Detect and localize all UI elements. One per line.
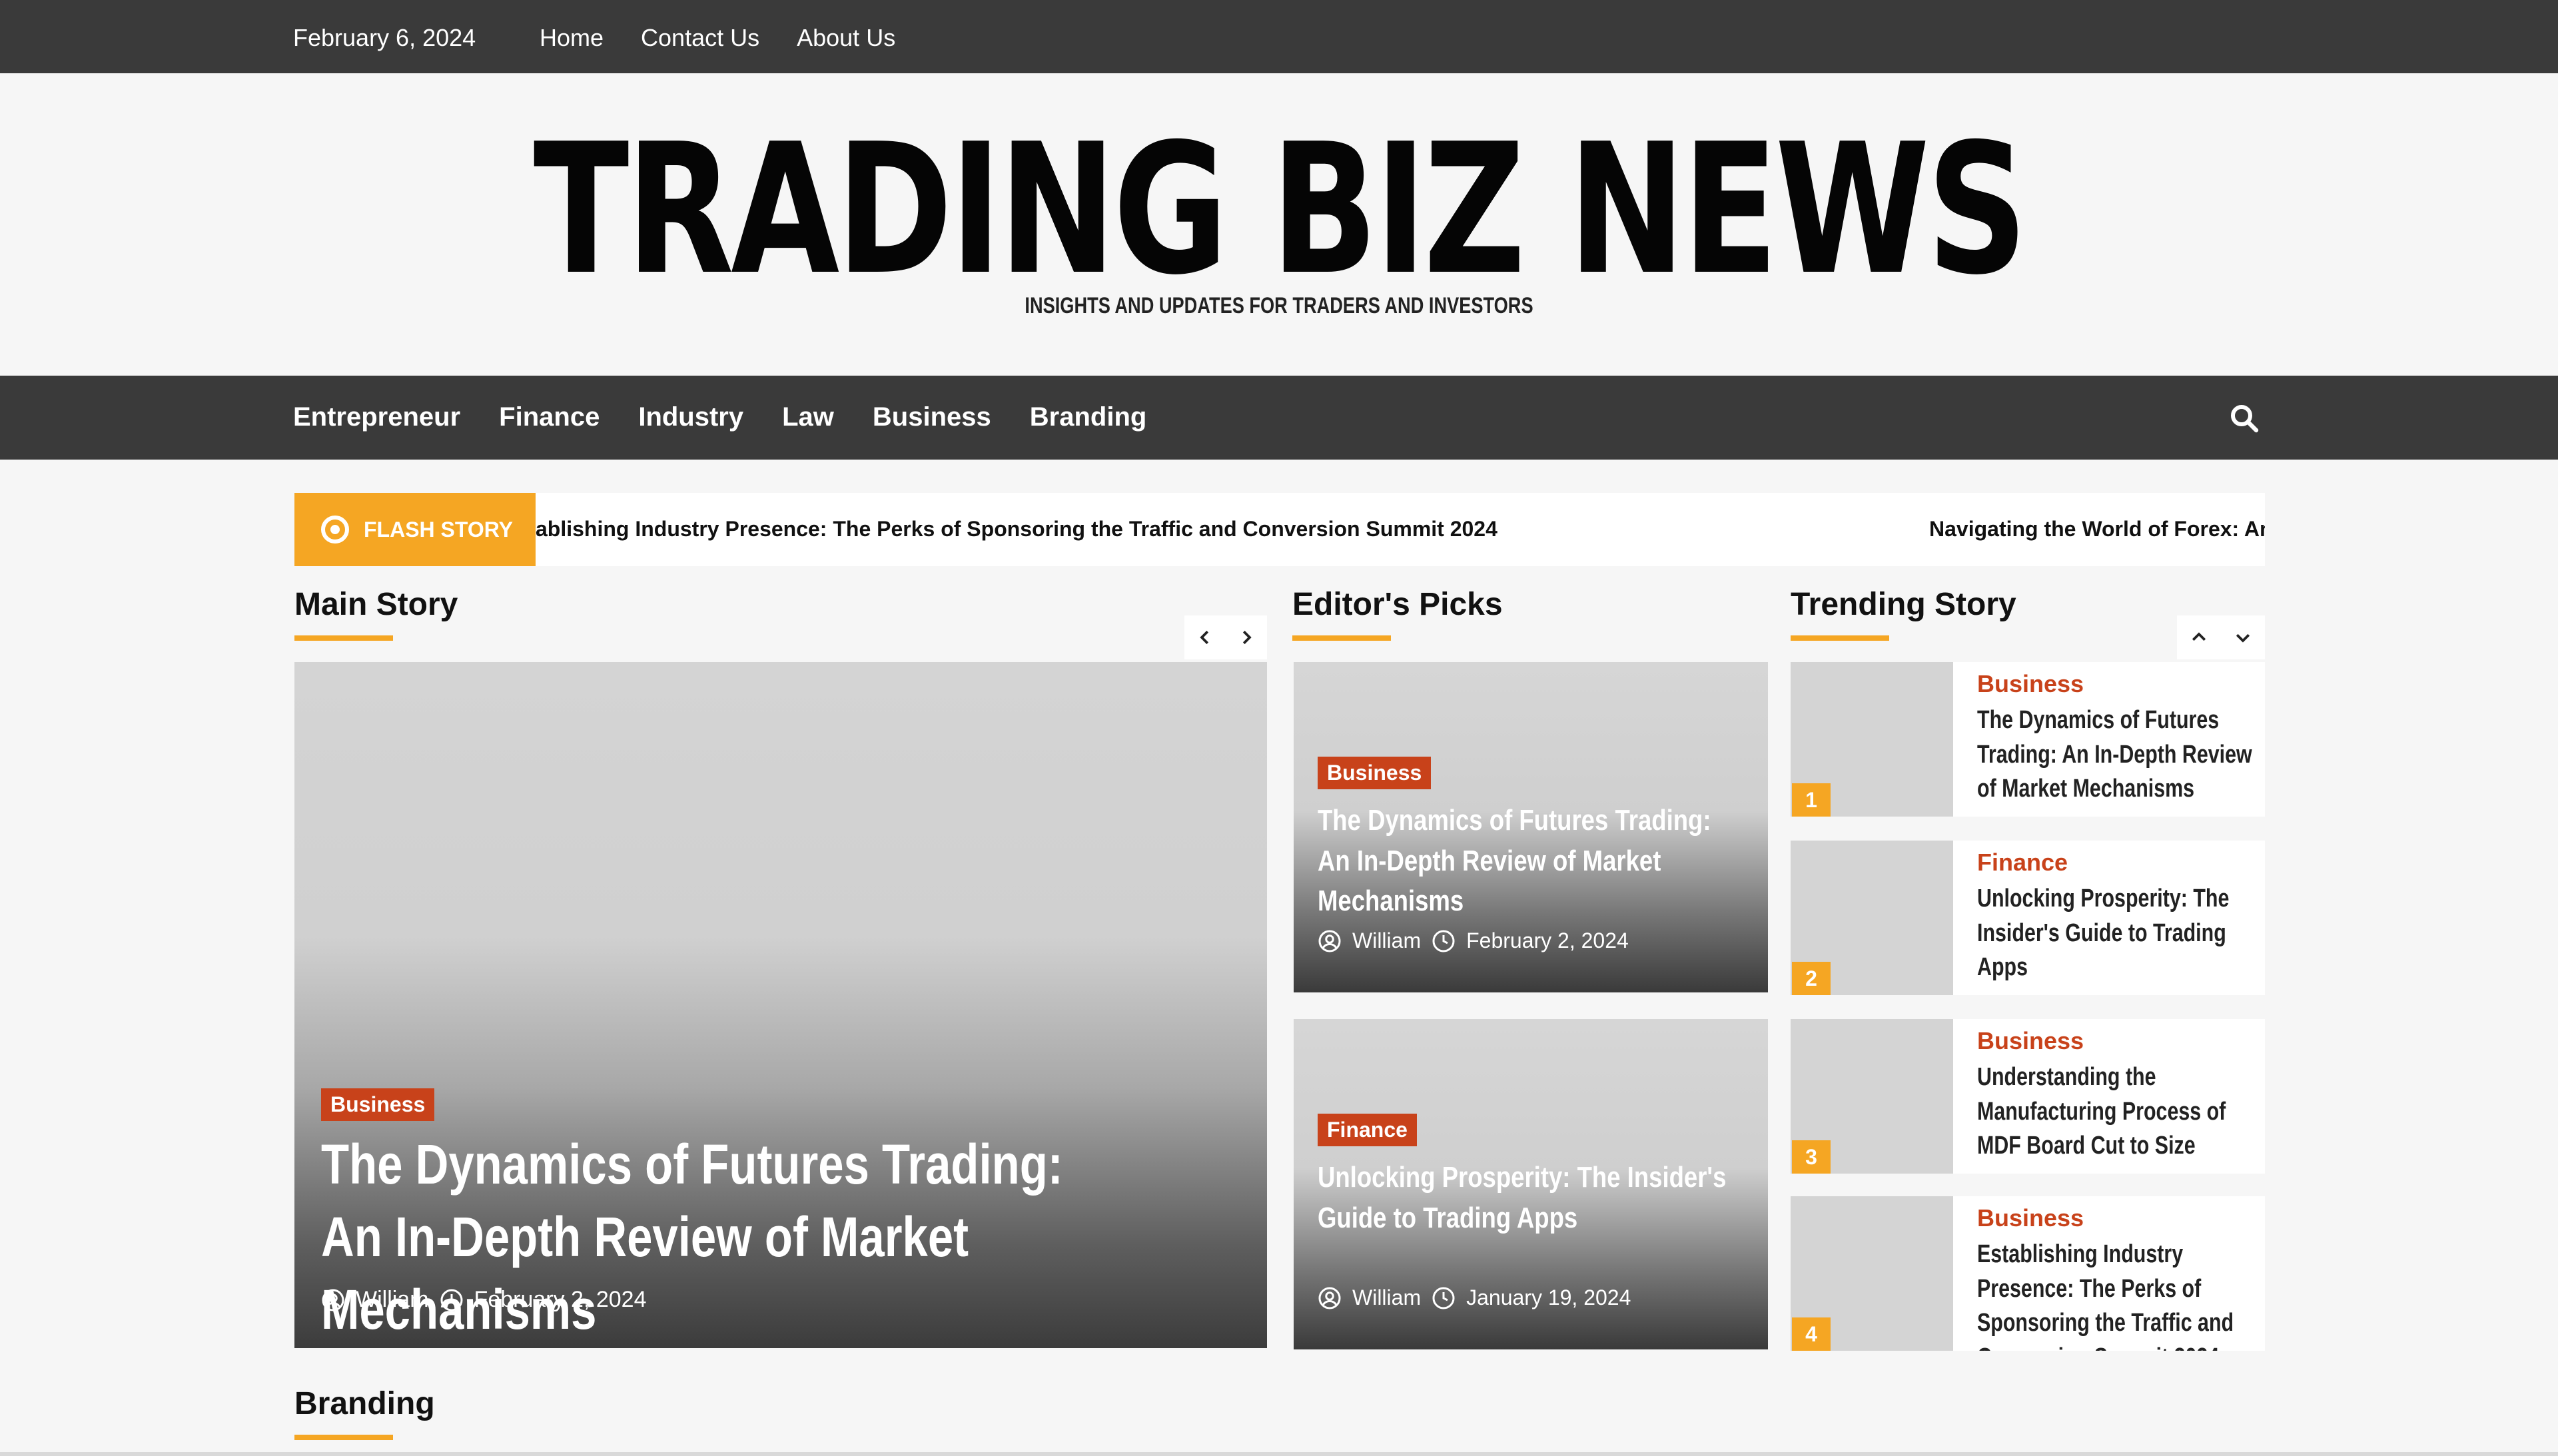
top-link-about-us[interactable]: About Us: [797, 24, 895, 52]
trending-title[interactable]: Understanding the Manufacturing Process …: [1977, 1060, 2254, 1164]
current-date: February 6, 2024: [293, 24, 476, 51]
post-meta: William January 19, 2024: [1318, 1285, 1631, 1310]
editors-pick-title[interactable]: The Dynamics of Futures Trading: An In-D…: [1318, 801, 1749, 922]
trending-item[interactable]: 2 Finance Unlocking Prosperity: The Insi…: [1791, 841, 2265, 995]
section-title-branding: Branding: [294, 1386, 435, 1421]
nav-item-branding[interactable]: Branding: [1030, 402, 1147, 432]
trending-item[interactable]: 3 Business Understanding the Manufacturi…: [1791, 1019, 2265, 1174]
record-dot-icon: [321, 516, 349, 544]
trending-rank: 4: [1792, 1317, 1831, 1351]
main-story-title[interactable]: The Dynamics of Futures Trading: An In-D…: [321, 1128, 1086, 1347]
flash-story-bar: FLASH STORY ablishing Industry Presence:…: [294, 493, 2265, 566]
trending-category[interactable]: Finance: [1977, 849, 2068, 877]
main-story-slider-controls: [1184, 615, 1267, 659]
top-link-contact-us[interactable]: Contact Us: [641, 24, 759, 52]
clock-icon: [1432, 1287, 1455, 1309]
category-badge[interactable]: Business: [321, 1088, 435, 1121]
trending-title[interactable]: Unlocking Prosperity: The Insider's Guid…: [1977, 882, 2254, 985]
top-bar: February 6, 2024 Home Contact Us About U…: [0, 0, 2558, 73]
trending-category[interactable]: Business: [1977, 1027, 2084, 1055]
trending-rank: 1: [1792, 783, 1831, 817]
trending-title[interactable]: Establishing Industry Presence: The Perk…: [1977, 1238, 2254, 1351]
section-underline: [294, 635, 393, 641]
ticker-item[interactable]: Navigating the World of Forex: An Introd…: [1929, 517, 2265, 542]
author-name[interactable]: William: [1352, 928, 1421, 953]
flash-ticker: ablishing Industry Presence: The Perks o…: [536, 493, 2265, 566]
ticker-item[interactable]: ablishing Industry Presence: The Perks o…: [536, 517, 1497, 542]
masthead: TRADING BIZ NEWS INSIGHTS AND UPDATES FO…: [0, 73, 2558, 376]
section-underline: [1292, 635, 1391, 641]
section-title-editors-picks: Editor's Picks: [1292, 587, 1503, 622]
user-icon: [1318, 1287, 1341, 1309]
trending-rank: 2: [1792, 962, 1831, 995]
section-underline: [294, 1435, 393, 1440]
chevron-up-icon[interactable]: [2189, 627, 2209, 647]
nav-item-finance[interactable]: Finance: [499, 402, 600, 432]
post-date[interactable]: February 2, 2024: [474, 1287, 647, 1313]
category-badge[interactable]: Finance: [1318, 1114, 1417, 1146]
section-underline: [1791, 635, 1889, 641]
trending-title[interactable]: The Dynamics of Futures Trading: An In-D…: [1977, 703, 2254, 807]
user-icon: [1318, 930, 1341, 952]
section-title-trending-story: Trending Story: [1791, 587, 2016, 622]
trending-rank: 3: [1792, 1140, 1831, 1174]
site-tagline: INSIGHTS AND UPDATES FOR TRADERS AND INV…: [1025, 293, 1533, 318]
post-date[interactable]: February 2, 2024: [1466, 928, 1629, 953]
trending-item[interactable]: 4 Business Establishing Industry Presenc…: [1791, 1196, 2265, 1351]
editors-pick-title[interactable]: Unlocking Prosperity: The Insider's Guid…: [1318, 1158, 1749, 1238]
section-title-main-story: Main Story: [294, 587, 458, 622]
nav-item-law[interactable]: Law: [782, 402, 834, 432]
clock-icon: [1432, 930, 1455, 952]
flash-story-label: FLASH STORY: [294, 493, 536, 566]
category-badge[interactable]: Business: [1318, 757, 1432, 789]
site-logo-title[interactable]: TRADING BIZ NEWS: [281, 120, 2276, 300]
editors-pick-card[interactable]: Business The Dynamics of Futures Trading…: [1294, 662, 1768, 992]
trending-category[interactable]: Business: [1977, 670, 2084, 698]
post-meta: William February 2, 2024: [321, 1287, 646, 1313]
clock-icon: [440, 1289, 463, 1311]
page-bottom-divider: [0, 1452, 2558, 1456]
chevron-left-icon[interactable]: [1195, 627, 1215, 647]
top-links: Home Contact Us About Us: [540, 24, 895, 52]
editors-pick-card[interactable]: Finance Unlocking Prosperity: The Inside…: [1294, 1019, 1768, 1349]
search-icon[interactable]: [2228, 402, 2260, 434]
trending-slider-controls: [2177, 615, 2265, 659]
author-name[interactable]: William: [1352, 1285, 1421, 1310]
nav-item-business[interactable]: Business: [873, 402, 991, 432]
chevron-right-icon[interactable]: [1236, 627, 1256, 647]
flash-story-text: FLASH STORY: [364, 517, 514, 542]
top-link-home[interactable]: Home: [540, 24, 604, 52]
trending-item[interactable]: 1 Business The Dynamics of Futures Tradi…: [1791, 662, 2265, 817]
nav-item-industry[interactable]: Industry: [638, 402, 743, 432]
post-date[interactable]: January 19, 2024: [1466, 1285, 1631, 1310]
nav-item-entrepreneur[interactable]: Entrepreneur: [293, 402, 460, 432]
author-name[interactable]: William: [356, 1287, 429, 1313]
trending-category[interactable]: Business: [1977, 1204, 2084, 1232]
primary-nav: Entrepreneur Finance Industry Law Busine…: [0, 376, 2558, 460]
chevron-down-icon[interactable]: [2233, 627, 2253, 647]
user-icon: [322, 1289, 344, 1311]
post-meta: William February 2, 2024: [1318, 928, 1629, 953]
main-story-card[interactable]: Business The Dynamics of Futures Trading…: [294, 662, 1267, 1348]
